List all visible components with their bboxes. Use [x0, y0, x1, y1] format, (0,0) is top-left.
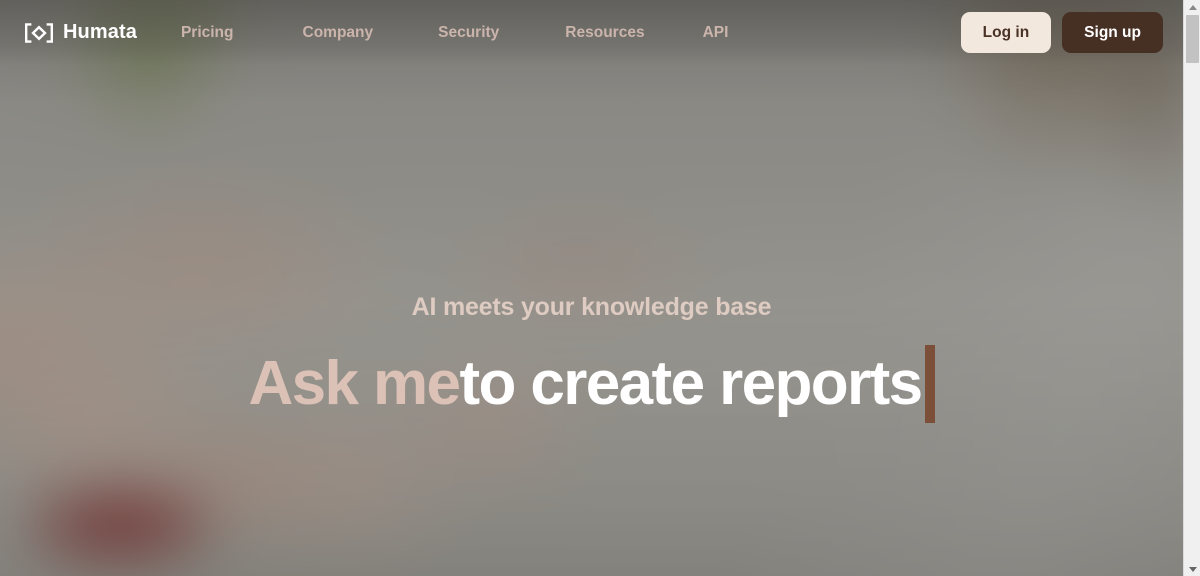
header-actions: Log in Sign up — [960, 12, 1163, 53]
hero-headline: Ask me to create reports — [0, 345, 1183, 424]
log-in-button[interactable]: Log in — [960, 12, 1052, 53]
typing-caret — [924, 345, 935, 424]
nav-item-security[interactable]: Security — [438, 18, 499, 48]
browser-viewport: Humata Pricing Company Security Resource… — [0, 0, 1200, 576]
hero-overlay-scrim — [0, 0, 1183, 576]
scroll-up-arrow-icon[interactable] — [1184, 0, 1200, 14]
nav-item-resources[interactable]: Resources — [565, 18, 644, 48]
brand-logo-link[interactable]: Humata — [24, 21, 137, 44]
nav-item-api[interactable]: API — [703, 18, 729, 48]
hero-eyebrow: AI meets your knowledge base — [411, 293, 772, 321]
nav-item-company[interactable]: Company — [303, 18, 374, 48]
page-content: Humata Pricing Company Security Resource… — [0, 0, 1183, 576]
scroll-down-arrow-icon[interactable] — [1184, 562, 1200, 576]
page-scrollbar[interactable] — [1183, 0, 1200, 576]
humata-logo-icon — [24, 22, 54, 43]
hero-headline-accent: Ask me — [248, 348, 461, 418]
hero-section: AI meets your knowledge base Ask me to c… — [0, 292, 1183, 424]
scrollbar-thumb[interactable] — [1186, 15, 1199, 63]
brand-name: Humata — [63, 21, 137, 43]
nav-item-pricing[interactable]: Pricing — [181, 18, 234, 48]
site-header: Humata Pricing Company Security Resource… — [0, 0, 1183, 65]
hero-headline-main: to create reports — [459, 348, 923, 418]
primary-nav: Pricing Company Security Resources API — [181, 18, 728, 48]
sign-up-button[interactable]: Sign up — [1062, 12, 1163, 53]
